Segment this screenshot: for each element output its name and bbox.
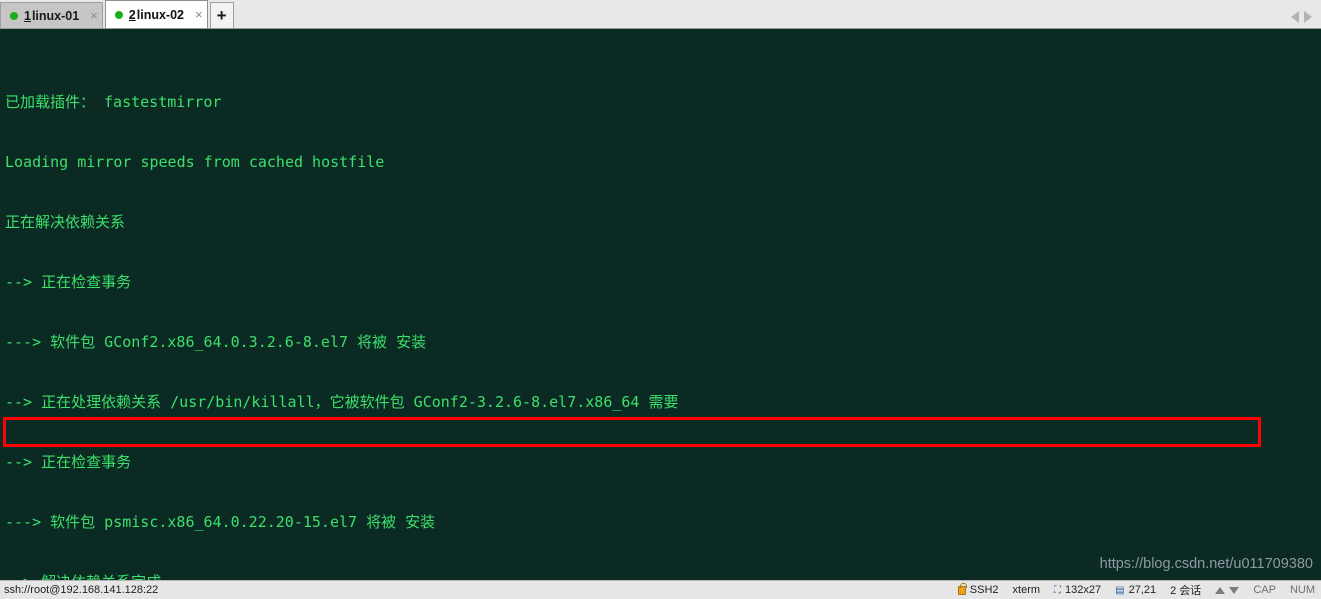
tab-status-dot-icon [114,10,123,19]
terminal-line: --> 正在检查事务 [5,453,132,471]
status-protocol: SSH2 [957,582,999,596]
connection-string: ssh://root@192.168.141.128:22 [4,584,159,596]
download-arrow-icon [1229,586,1240,594]
terminal-line: 已加载插件： fastestmirror [5,93,222,111]
status-term-type: xterm [1013,584,1041,596]
terminal-output-area[interactable]: 已加载插件： fastestmirror Loading mirror spee… [0,29,1321,580]
tab-index: 2 [128,7,136,22]
terminal-line: 正在解决依赖关系 [5,213,126,231]
status-bar: ssh://root@192.168.141.128:22 SSH2 xterm… [0,580,1321,599]
terminal-line: --> 解决依赖关系完成 [0,572,1321,580]
protocol-label: SSH2 [969,584,999,596]
terminal-line: ---> 软件包 GConf2.x86_64.0.3.2.6-8.el7 将被 … [5,333,427,351]
tab-scroll-controls [1291,11,1321,28]
tab-label: linux-02 [136,7,184,22]
term-type-label: xterm [1012,584,1041,596]
lock-icon [957,582,967,595]
terminal-text: 已加载插件： fastestmirror Loading mirror spee… [0,32,1321,580]
num-lock-indicator: NUM [1289,584,1315,596]
position-label: 27,21 [1128,584,1157,596]
caps-lock-indicator: CAP [1253,584,1276,596]
size-label: 132x27 [1065,584,1102,596]
scroll-right-icon[interactable] [1304,11,1312,23]
close-icon[interactable]: × [90,9,98,22]
terminal-line: --> 正在处理依赖关系 /usr/bin/killall，它被软件包 GCon… [5,393,679,411]
tab-index: 1 [24,8,31,23]
tab-linux-02[interactable]: 2 linux-02 × [104,0,208,28]
cursor-position-icon: ▤ [1115,584,1125,596]
tab-status-dot-icon [10,11,18,20]
terminal-line: --> 正在检查事务 [5,273,132,291]
status-sessions: 2 会话 [1170,582,1201,598]
status-cursor-position: ▤ 27,21 [1115,584,1156,596]
close-icon[interactable]: × [195,8,203,21]
status-bar-right: SSH2 xterm ⛶ 132x27 ▤ 27,21 2 会话 CAP NUM [957,582,1321,598]
status-transfer-indicators [1215,586,1240,594]
resize-icon: ⛶ [1054,584,1062,596]
tab-label: linux-01 [31,8,80,23]
terminal-line: Loading mirror speeds from cached hostfi… [5,153,385,171]
tab-linux-01[interactable]: 1 linux-01 × [0,2,103,28]
sessions-label: 2 会话 [1170,585,1202,597]
new-tab-button[interactable]: + [209,2,234,28]
status-size: ⛶ 132x27 [1054,584,1101,596]
upload-arrow-icon [1215,586,1226,594]
tab-bar: 1 linux-01 × 2 linux-02 × + [0,0,1321,29]
watermark-text: https://blog.csdn.net/u011709380 [1099,556,1313,572]
scroll-left-icon[interactable] [1291,11,1299,23]
terminal-line: ---> 软件包 psmisc.x86_64.0.22.20-15.el7 将被… [5,513,436,531]
